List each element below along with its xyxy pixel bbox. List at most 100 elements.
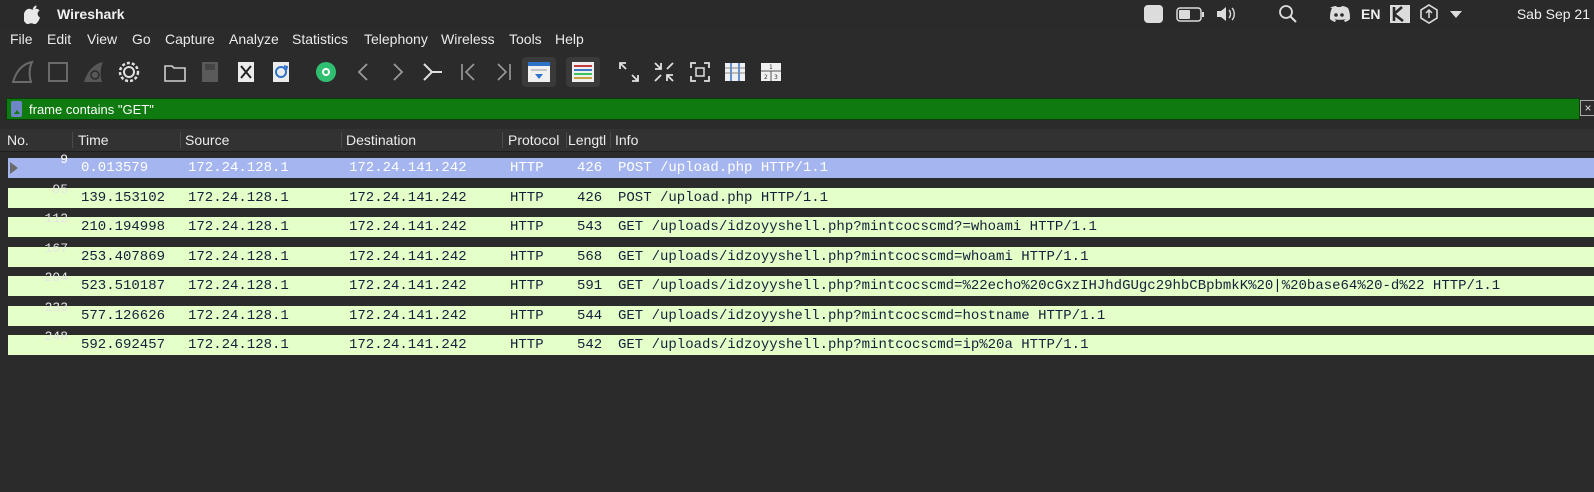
- packet-destination: 172.24.141.242: [349, 219, 467, 235]
- shark-fin-start-icon[interactable]: [10, 59, 36, 85]
- col-header-protocol[interactable]: Protocol: [508, 132, 559, 148]
- packet-row[interactable]: 95 139.153102 172.24.128.1 172.24.141.24…: [8, 182, 1594, 208]
- settings-bracket-icon[interactable]: [1418, 4, 1440, 24]
- save-file-icon[interactable]: [197, 59, 223, 85]
- colorize-icon[interactable]: [566, 57, 600, 87]
- zoom-out-icon[interactable]: [651, 59, 677, 85]
- display-filter-field[interactable]: [6, 98, 1580, 120]
- packet-time: 253.407869: [81, 249, 166, 265]
- column-divider[interactable]: [180, 132, 181, 148]
- volume-icon[interactable]: [1215, 4, 1239, 24]
- packet-row[interactable]: 167 253.407869 172.24.128.1 172.24.141.2…: [8, 241, 1594, 267]
- discord-icon[interactable]: [1327, 4, 1351, 24]
- packet-info: GET /uploads/idzoyyshell.php?mintcocscmd…: [618, 308, 1106, 324]
- menu-analyze[interactable]: Analyze: [229, 31, 279, 47]
- col-header-no[interactable]: No.: [7, 132, 29, 148]
- menu-help[interactable]: Help: [555, 31, 584, 47]
- col-header-time[interactable]: Time: [78, 132, 109, 148]
- zoom-in-icon[interactable]: [616, 59, 642, 85]
- menu-view[interactable]: View: [87, 31, 117, 47]
- packet-info: POST /upload.php HTTP/1.1: [618, 160, 829, 176]
- col-header-info[interactable]: Info: [615, 132, 638, 148]
- close-file-icon[interactable]: [233, 59, 259, 85]
- packet-info: POST /upload.php HTTP/1.1: [618, 190, 829, 206]
- packet-source: 172.24.128.1: [188, 337, 289, 353]
- dropdown-triangle-icon[interactable]: [1448, 4, 1464, 24]
- find-packet-icon[interactable]: [313, 59, 339, 85]
- go-back-icon[interactable]: [350, 59, 376, 85]
- packet-protocol: HTTP: [510, 160, 544, 176]
- packet-protocol: HTTP: [510, 190, 544, 206]
- k-app-icon[interactable]: [1389, 4, 1411, 24]
- packet-time: 592.692457: [81, 337, 166, 353]
- packet-protocol: HTTP: [510, 278, 544, 294]
- reload-icon[interactable]: [268, 59, 294, 85]
- restart-capture-icon[interactable]: [81, 59, 107, 85]
- column-divider[interactable]: [566, 132, 567, 148]
- packet-no: 233: [44, 300, 68, 315]
- packet-time: 139.153102: [81, 190, 166, 206]
- menubar-clock[interactable]: Sab Sep 21: [1517, 6, 1590, 22]
- first-packet-icon[interactable]: [456, 59, 482, 85]
- packet-destination: 172.24.141.242: [349, 160, 467, 176]
- packet-source: 172.24.128.1: [188, 249, 289, 265]
- clear-filter-close-icon[interactable]: ×: [1580, 100, 1594, 116]
- packet-length: 543: [577, 219, 603, 235]
- packet-protocol: HTTP: [510, 219, 544, 235]
- column-divider[interactable]: [72, 132, 73, 148]
- packet-length: 426: [577, 160, 603, 176]
- svg-text:3: 3: [774, 74, 778, 81]
- packet-time: 0.013579: [81, 160, 149, 176]
- menu-capture[interactable]: Capture: [165, 31, 215, 47]
- packet-row[interactable]: 112 210.194998 172.24.128.1 172.24.141.2…: [8, 211, 1594, 237]
- input-language-indicator[interactable]: EN: [1361, 6, 1380, 26]
- open-folder-icon[interactable]: [162, 59, 188, 85]
- battery-icon[interactable]: [1176, 4, 1206, 24]
- spotlight-search-icon[interactable]: [1278, 4, 1298, 24]
- app-name[interactable]: Wireshark: [57, 6, 125, 22]
- layout-icon[interactable]: 123: [758, 59, 784, 85]
- packet-info: GET /uploads/idzoyyshell.php?mintcocscmd…: [618, 219, 1097, 235]
- packet-row[interactable]: 204 523.510187 172.24.128.1 172.24.141.2…: [8, 270, 1594, 296]
- main-toolbar: 123: [0, 52, 1594, 93]
- packet-no: 9: [60, 152, 68, 167]
- menu-go[interactable]: Go: [132, 31, 151, 47]
- column-divider[interactable]: [341, 132, 342, 148]
- capture-options-gear-icon[interactable]: [116, 59, 142, 85]
- packet-row[interactable]: 248 592.692457 172.24.128.1 172.24.141.2…: [8, 329, 1594, 355]
- packet-row[interactable]: 233 577.126626 172.24.128.1 172.24.141.2…: [8, 300, 1594, 326]
- go-forward-icon[interactable]: [385, 59, 411, 85]
- packet-destination: 172.24.141.242: [349, 278, 467, 294]
- go-to-packet-icon[interactable]: [419, 59, 445, 85]
- stop-recording-icon[interactable]: [1143, 4, 1165, 24]
- menu-telephony[interactable]: Telephony: [364, 31, 428, 47]
- menu-tools[interactable]: Tools: [509, 31, 542, 47]
- packet-time: 523.510187: [81, 278, 166, 294]
- system-menubar: Wireshark EN Sab Sep 21: [0, 0, 1594, 28]
- column-divider[interactable]: [502, 132, 503, 148]
- last-packet-icon[interactable]: [490, 59, 516, 85]
- menu-wireless[interactable]: Wireless: [441, 31, 495, 47]
- col-header-length[interactable]: Lengtl: [568, 132, 610, 148]
- packet-info: GET /uploads/idzoyyshell.php?mintcocscmd…: [618, 278, 1501, 294]
- col-header-source[interactable]: Source: [185, 132, 229, 148]
- menu-file[interactable]: File: [10, 31, 33, 47]
- resize-columns-icon[interactable]: [722, 59, 748, 85]
- menu-statistics[interactable]: Statistics: [292, 31, 348, 47]
- apple-logo-icon[interactable]: [23, 4, 42, 25]
- packet-destination: 172.24.141.242: [349, 249, 467, 265]
- filter-bookmark-icon[interactable]: [11, 101, 22, 117]
- menu-edit[interactable]: Edit: [47, 31, 71, 47]
- packet-row[interactable]: 9 0.013579 172.24.128.1 172.24.141.242 H…: [8, 152, 1594, 178]
- autoscroll-icon[interactable]: [522, 57, 556, 87]
- packet-length: 542: [577, 337, 603, 353]
- column-divider[interactable]: [610, 132, 611, 148]
- display-filter-input[interactable]: [27, 99, 1551, 119]
- normal-size-icon[interactable]: [687, 59, 713, 85]
- packet-source: 172.24.128.1: [188, 219, 289, 235]
- packet-length: 568: [577, 249, 603, 265]
- packet-protocol: HTTP: [510, 308, 544, 324]
- col-header-destination[interactable]: Destination: [346, 132, 416, 148]
- stop-icon[interactable]: [45, 59, 71, 85]
- packet-info: GET /uploads/idzoyyshell.php?mintcocscmd…: [618, 249, 1089, 265]
